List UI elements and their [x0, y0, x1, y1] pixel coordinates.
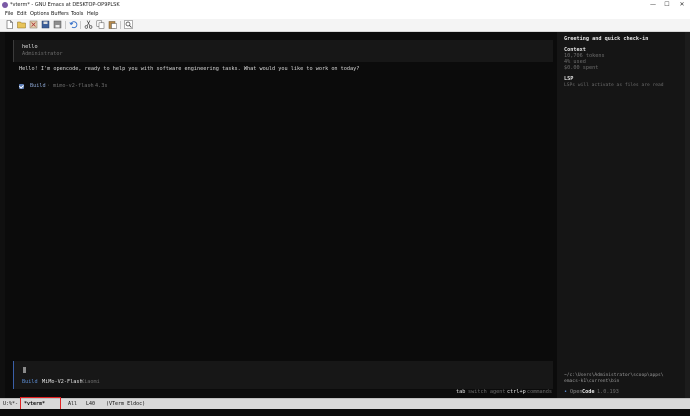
input-model: MiMo-V2-Flash [42, 379, 83, 385]
undo-icon[interactable] [69, 20, 78, 29]
prompt-input[interactable]: Build MiMo-V2-Flash Xiaomi [13, 361, 553, 389]
maximize-button[interactable]: ☐ [660, 0, 674, 10]
assistant-reply: Hello! I'm opencode, ready to help you w… [19, 66, 360, 72]
chat-panel: hello Administrator Hello! I'm opencode,… [13, 40, 553, 390]
session-sidebar: Greeting and quick check-in Context 10,7… [557, 32, 690, 398]
minimize-button[interactable]: — [646, 0, 660, 10]
menu-edit[interactable]: Edit [17, 11, 27, 18]
path-line-2: emacs-k1\current\bin [564, 379, 620, 384]
menu-file[interactable]: File [5, 11, 13, 18]
cut-icon[interactable] [84, 20, 93, 29]
vterm-buffer[interactable]: hello Administrator Hello! I'm opencode,… [0, 32, 690, 398]
toolbar-separator [80, 21, 81, 29]
lsp-text: LSPs will activate as files are read [564, 83, 664, 88]
hint-tab-key: tab [456, 389, 466, 395]
modeline-position: All [68, 401, 78, 407]
input-mode: Build [22, 379, 38, 385]
left-fringe [0, 32, 5, 398]
toolbar-separator [65, 21, 66, 29]
copy-icon[interactable] [96, 20, 105, 29]
brand-code: Code [582, 389, 595, 395]
context-cost: $0.00 spent [564, 65, 599, 71]
text-cursor [23, 367, 26, 373]
search-icon[interactable] [124, 20, 133, 29]
close-button[interactable]: ✕ [675, 0, 689, 10]
status-model: mimo-v2-flash [53, 83, 94, 89]
save-as-icon[interactable] [53, 20, 62, 29]
new-file-icon[interactable] [5, 20, 14, 29]
hint-ctrlp-action: commands [527, 389, 552, 395]
brand-dot: • [564, 389, 568, 395]
paste-icon[interactable] [108, 20, 117, 29]
user-name: Administrator [22, 51, 63, 57]
menu-help[interactable]: Help [87, 11, 98, 18]
menu-bar: File Edit Options Buffers Tools Help [0, 10, 690, 19]
menu-buffers[interactable]: Buffers [51, 11, 69, 18]
modeline-mode: (VTerm Eldoc) [106, 401, 146, 407]
input-provider: Xiaomi [81, 379, 100, 385]
status-duration: 4.3s [95, 83, 108, 89]
user-message-block: hello Administrator [13, 40, 553, 62]
open-folder-icon[interactable] [17, 20, 26, 29]
hint-ctrlp-key: ctrl+p [507, 389, 526, 395]
hint-tab-action: switch agent [468, 389, 506, 395]
toolbar-separator [120, 21, 121, 29]
window-title: *vterm* - GNU Emacs at DESKTOP-OP9PLSK [10, 2, 120, 8]
menu-options[interactable]: Options [30, 11, 49, 18]
scrollbar[interactable] [685, 32, 690, 398]
version: 1.0.193 [597, 389, 619, 395]
close-buffer-icon[interactable] [29, 20, 38, 29]
modeline-line: L40 [86, 401, 96, 407]
toolbar [0, 19, 690, 32]
emacs-window: *vterm* - GNU Emacs at DESKTOP-OP9PLSK —… [0, 0, 690, 416]
status-separator: · [89, 83, 93, 89]
echo-area [0, 409, 690, 416]
user-message-text: hello [22, 44, 38, 50]
session-title: Greeting and quick check-in [564, 36, 649, 42]
status-separator: · [47, 83, 51, 89]
emacs-app-icon [2, 2, 8, 8]
status-mode: Build [30, 83, 46, 89]
modeline-status: U:%*- [3, 401, 19, 407]
build-status-icon [19, 84, 24, 89]
save-icon[interactable] [41, 20, 50, 29]
menu-tools[interactable]: Tools [71, 11, 83, 18]
brand-open: Open [570, 389, 583, 395]
